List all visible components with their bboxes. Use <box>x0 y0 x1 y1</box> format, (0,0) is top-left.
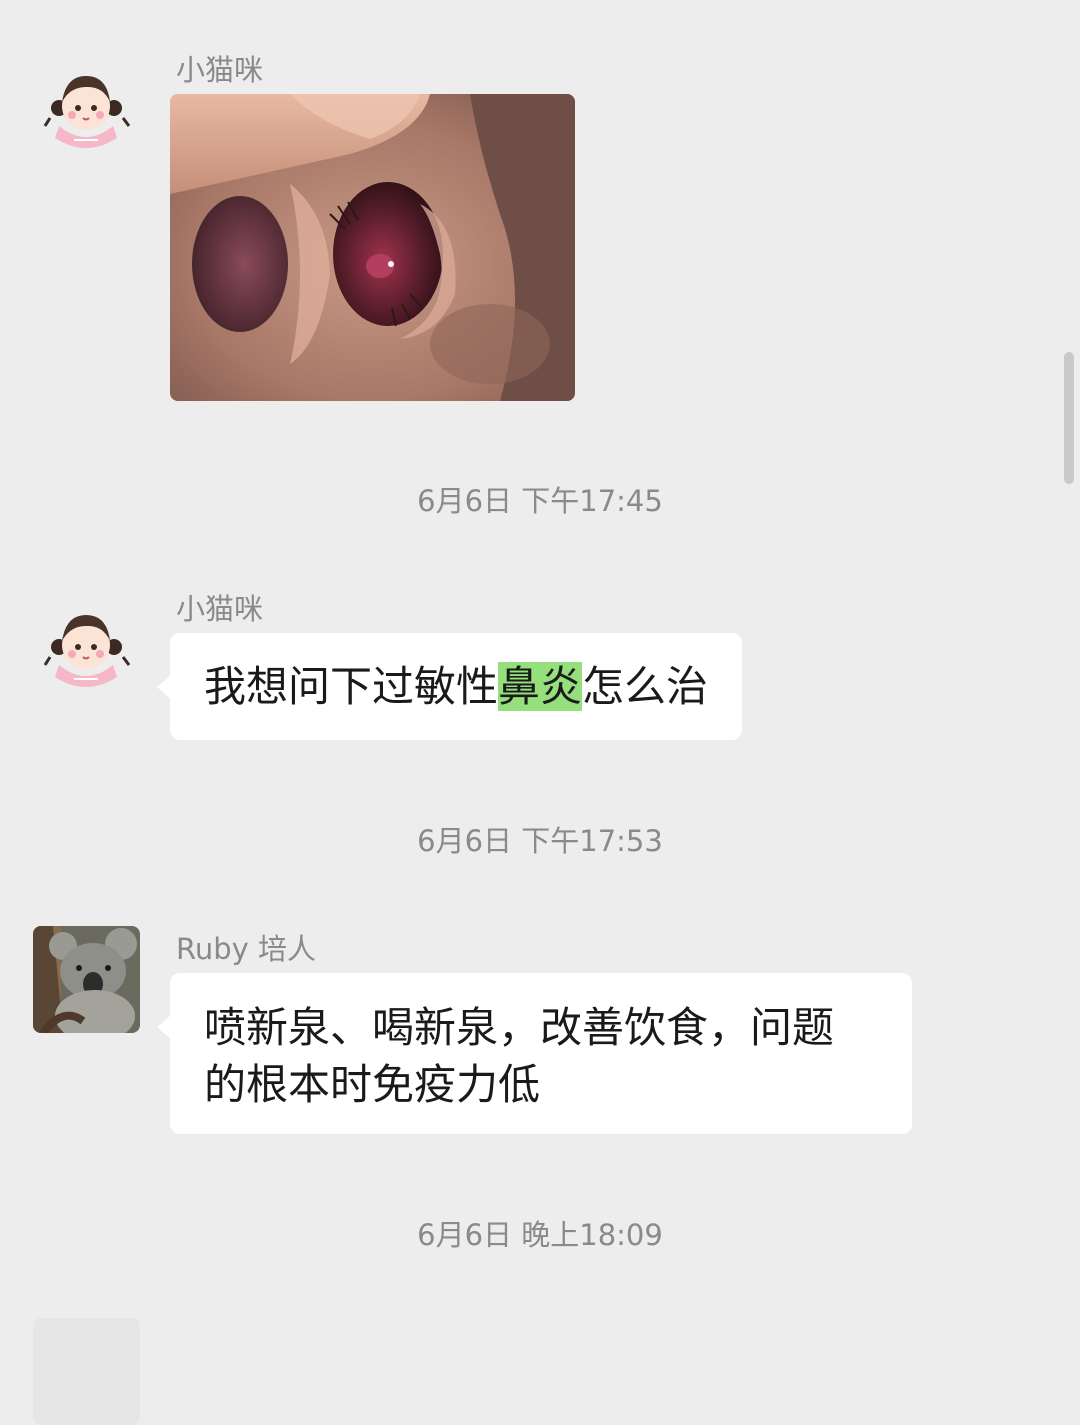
timestamp: 6月6日 晚上18:09 <box>417 1218 663 1252</box>
timestamp: 6月6日 下午17:53 <box>417 824 663 858</box>
message-bubble[interactable]: 我想问下过敏性鼻炎怎么治 <box>156 633 743 740</box>
sender-name: 小猫咪 <box>176 592 264 626</box>
sender-name: Ruby 培人 <box>176 932 317 966</box>
chat-image[interactable] <box>170 94 575 401</box>
highlighted-text: 鼻炎 <box>498 662 583 711</box>
message-text-line: 的根本时免疫力低 <box>204 1060 541 1109</box>
avatar[interactable] <box>33 926 140 1033</box>
avatar[interactable] <box>33 56 140 163</box>
nostril-closeup-photo-icon <box>170 94 575 401</box>
sender-name: 小猫咪 <box>176 53 264 87</box>
koala-photo-avatar-icon <box>33 926 140 1033</box>
message-text: 我想问下过敏性 <box>204 662 499 711</box>
scrollbar[interactable] <box>1064 352 1074 484</box>
cartoon-girl-avatar-icon <box>33 595 140 702</box>
timestamp: 6月6日 下午17:45 <box>417 484 663 518</box>
message-text-line: 喷新泉、喝新泉，改善饮食，问题 <box>204 1003 835 1052</box>
cartoon-girl-avatar-icon <box>33 56 140 163</box>
message-text: 怎么治 <box>582 662 709 711</box>
avatar[interactable] <box>33 595 140 702</box>
avatar[interactable] <box>33 1318 140 1425</box>
message-bubble[interactable]: 喷新泉、喝新泉，改善饮食，问题 的根本时免疫力低 <box>157 973 912 1134</box>
